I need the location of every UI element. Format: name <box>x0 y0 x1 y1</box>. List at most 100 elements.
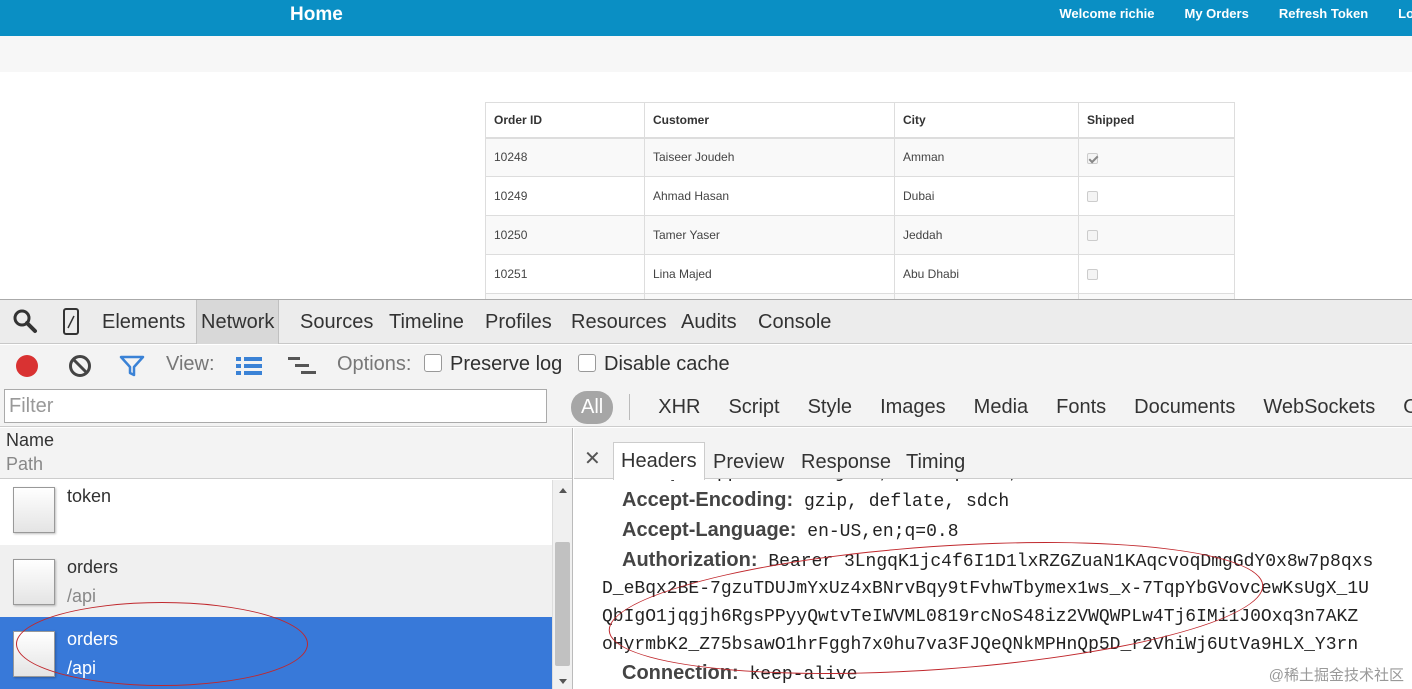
shipped-checkbox[interactable] <box>1087 191 1098 203</box>
filter-row: All XHR Script Style Images Media Fonts … <box>0 387 1412 427</box>
devtools-tab-bar: Elements Network Sources Timeline Profil… <box>0 300 1412 344</box>
type-filter-images[interactable]: Images <box>880 396 946 419</box>
refresh-token-link[interactable]: Refresh Token <box>1279 6 1368 21</box>
order-id-cell: 10249 <box>485 176 645 216</box>
order-id-cell: 10251 <box>485 254 645 294</box>
logout-link[interactable]: Log <box>1398 6 1412 21</box>
request-row-orders[interactable]: orders /api <box>0 545 552 617</box>
header-key: Connection: <box>622 662 739 684</box>
customer-cell: Taiseer Joudeh <box>644 137 895 177</box>
disable-cache-label: Disable cache <box>604 353 730 375</box>
order-id-cell: 10248 <box>485 137 645 177</box>
close-icon[interactable]: ✕ <box>584 446 601 471</box>
tab-profiles[interactable]: Profiles <box>481 300 556 344</box>
shipped-cell <box>1078 215 1235 255</box>
name-column-header[interactable]: Name <box>6 430 54 451</box>
tab-console[interactable]: Console <box>754 300 835 344</box>
device-mode-icon[interactable] <box>62 308 80 342</box>
type-filter-all[interactable]: All <box>571 390 614 424</box>
type-filter-other[interactable]: O <box>1403 396 1412 419</box>
home-link[interactable]: Home <box>290 4 343 26</box>
header-accept-language: Accept-Language: en-US,en;q=0.8 <box>622 519 959 542</box>
scroll-up-icon[interactable] <box>559 488 567 493</box>
tab-network[interactable]: Network <box>196 300 280 344</box>
authorization-continuation: QbIgO1jqgjh6RgsPPyyQwtvTeIWVML0819rcNoS4… <box>602 607 1359 627</box>
col-shipped: Shipped <box>1078 102 1235 139</box>
request-path: /api <box>67 586 97 606</box>
inspect-search-icon[interactable] <box>12 308 38 340</box>
preserve-log-checkbox[interactable] <box>424 354 442 372</box>
filter-input[interactable] <box>4 389 547 423</box>
path-column-header: Path <box>6 454 44 474</box>
document-icon <box>13 631 55 677</box>
type-filter-fonts[interactable]: Fonts <box>1056 396 1106 419</box>
request-row-token[interactable]: token <box>0 480 552 552</box>
requests-scrollbar[interactable] <box>552 480 572 689</box>
clear-icon[interactable] <box>68 354 92 384</box>
options-label: Options: <box>337 353 412 375</box>
header-value: en-US,en;q=0.8 <box>807 522 959 542</box>
header-key: Accept-Language: <box>622 519 797 541</box>
city-cell: Jeddah <box>894 215 1079 255</box>
header-authorization: Authorization: Bearer 3LngqK1jc4f6I1D1lx… <box>622 549 1373 572</box>
scroll-down-icon[interactable] <box>559 679 567 684</box>
document-icon <box>13 487 55 533</box>
requests-list: Name Path token orders /api orders /api <box>0 428 573 689</box>
top-navbar: Home Welcome richie My Orders Refresh To… <box>0 0 1412 36</box>
table-row: 10251 Lina Majed Abu Dhabi <box>485 254 1235 294</box>
tab-elements[interactable]: Elements <box>98 300 189 344</box>
record-button[interactable] <box>16 355 38 377</box>
type-filter-script[interactable]: Script <box>728 396 779 419</box>
col-order-id: Order ID <box>485 102 645 139</box>
request-name: orders <box>67 557 119 577</box>
tab-sources[interactable]: Sources <box>296 300 377 344</box>
city-cell: Amman <box>894 137 1079 177</box>
shipped-checkbox[interactable] <box>1087 230 1098 242</box>
list-view-icon[interactable] <box>235 356 263 382</box>
my-orders-link[interactable]: My Orders <box>1185 6 1249 21</box>
type-filter-websockets[interactable]: WebSockets <box>1263 396 1375 419</box>
request-row-orders-selected[interactable]: orders /api <box>0 617 552 689</box>
header-key: Authorization: <box>622 549 758 571</box>
col-customer: Customer <box>644 102 895 139</box>
table-header-row: Order ID Customer City Shipped <box>485 102 1235 139</box>
resource-type-filters: All XHR Script Style Images Media Fonts … <box>571 389 1412 425</box>
request-details: Accept: application/json, text/plain, */… <box>574 428 1412 689</box>
customer-cell: Ahmad Hasan <box>644 176 895 216</box>
network-toolbar: View: Options: Preserve log Disable cach… <box>0 345 1412 387</box>
type-filter-xhr[interactable]: XHR <box>658 396 700 419</box>
header-accept-encoding: Accept-Encoding: gzip, deflate, sdch <box>622 489 1009 512</box>
type-filter-documents[interactable]: Documents <box>1134 396 1235 419</box>
header-value: Bearer 3LngqK1jc4f6I1D1lxRZGZuaN1KAqcvoq… <box>768 552 1374 572</box>
tab-preview[interactable]: Preview <box>706 444 791 479</box>
type-filter-media[interactable]: Media <box>974 396 1028 419</box>
shipped-cell <box>1078 254 1235 294</box>
page-subheader <box>0 36 1412 72</box>
scroll-thumb[interactable] <box>555 542 570 666</box>
authorization-continuation: oHyrmbK2_Z75bsawO1hrFggh7x0hu7va3FJQeQNk… <box>602 635 1359 655</box>
preserve-log-label: Preserve log <box>450 353 563 375</box>
requests-list-header: Name Path <box>0 428 572 479</box>
type-filter-style[interactable]: Style <box>808 396 852 419</box>
table-row: 10248 Taiseer Joudeh Amman <box>485 137 1235 177</box>
tab-timeline[interactable]: Timeline <box>385 300 468 344</box>
welcome-link[interactable]: Welcome richie <box>1059 6 1154 21</box>
tab-response[interactable]: Response <box>794 444 898 479</box>
request-name: token <box>67 486 112 506</box>
view-label: View: <box>166 353 215 375</box>
tab-resources[interactable]: Resources <box>567 300 671 344</box>
tab-headers[interactable]: Headers <box>613 442 705 480</box>
shipped-checkbox[interactable] <box>1087 269 1098 281</box>
disable-cache-checkbox[interactable] <box>578 354 596 372</box>
shipped-cell <box>1078 137 1235 177</box>
tab-audits[interactable]: Audits <box>677 300 741 344</box>
tab-timing[interactable]: Timing <box>899 444 972 479</box>
table-row: 10249 Ahmad Hasan Dubai <box>485 176 1235 216</box>
city-cell: Dubai <box>894 176 1079 216</box>
header-connection: Connection: keep-alive <box>622 662 858 685</box>
filter-funnel-icon[interactable] <box>119 354 145 384</box>
shipped-checkbox[interactable] <box>1087 152 1098 164</box>
customer-cell: Tamer Yaser <box>644 215 895 255</box>
request-name: orders <box>67 629 119 649</box>
waterfall-view-icon[interactable] <box>287 356 317 382</box>
